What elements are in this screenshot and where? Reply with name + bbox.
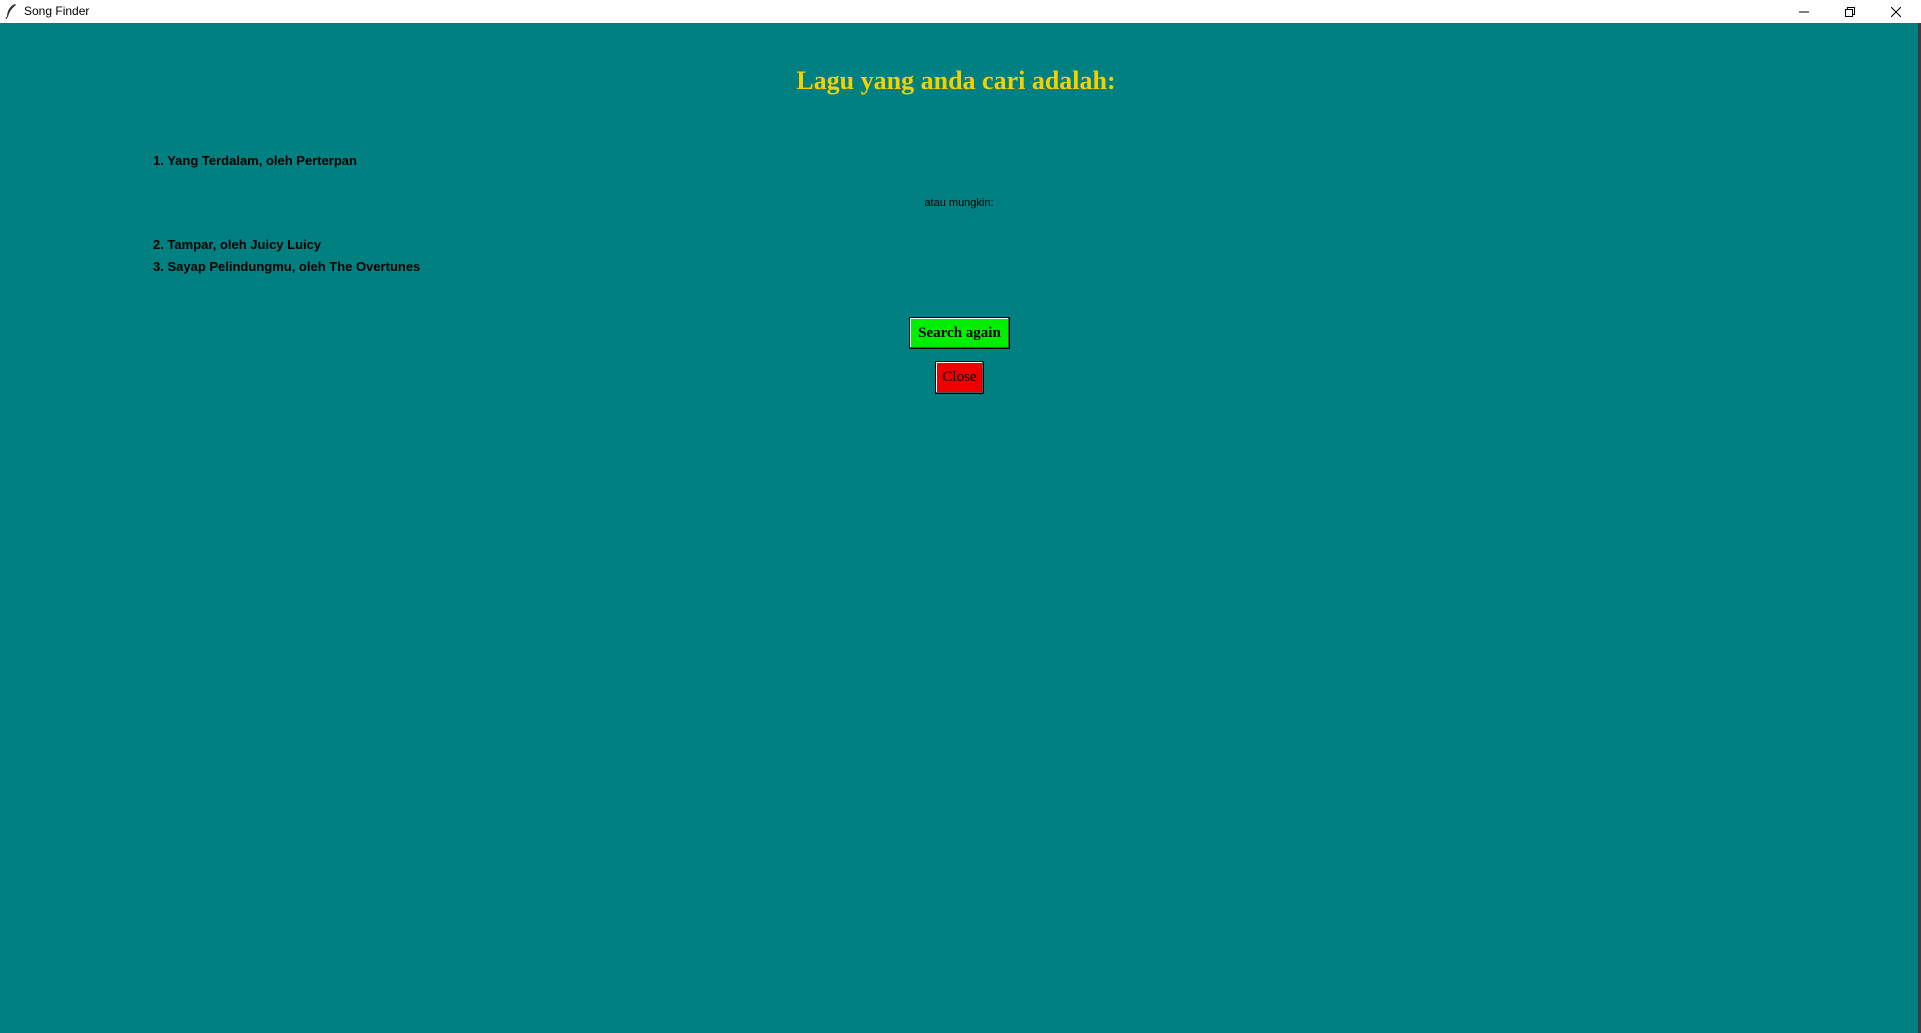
alternatives-label: atau mungkin: — [924, 197, 994, 209]
restore-button[interactable] — [1827, 0, 1873, 23]
page-title: Lagu yang anda cari adalah: — [796, 66, 1116, 95]
app-window: Song Finder Lagu yang anda cari adalah: … — [0, 0, 1921, 1033]
alternative-result: 3. Sayap Pelindungmu, oleh The Overtunes — [153, 259, 421, 274]
minimize-button[interactable] — [1781, 0, 1827, 23]
window-title: Song Finder — [24, 4, 90, 18]
alternative-result: 2. Tampar, oleh Juicy Luicy — [153, 237, 322, 252]
search-again-button[interactable]: Search again — [909, 317, 1010, 349]
close-icon — [1891, 6, 1901, 17]
results-panel: Lagu yang anda cari adalah: 1. Yang Terd… — [0, 23, 1921, 1033]
window-close-button[interactable] — [1873, 0, 1919, 23]
close-button[interactable]: Close — [935, 361, 984, 394]
restore-icon — [1845, 6, 1855, 17]
feather-icon — [4, 3, 18, 20]
top-result: 1. Yang Terdalam, oleh Perterpan — [153, 153, 357, 168]
title-bar[interactable]: Song Finder — [0, 0, 1921, 24]
minimize-icon — [1799, 7, 1809, 17]
